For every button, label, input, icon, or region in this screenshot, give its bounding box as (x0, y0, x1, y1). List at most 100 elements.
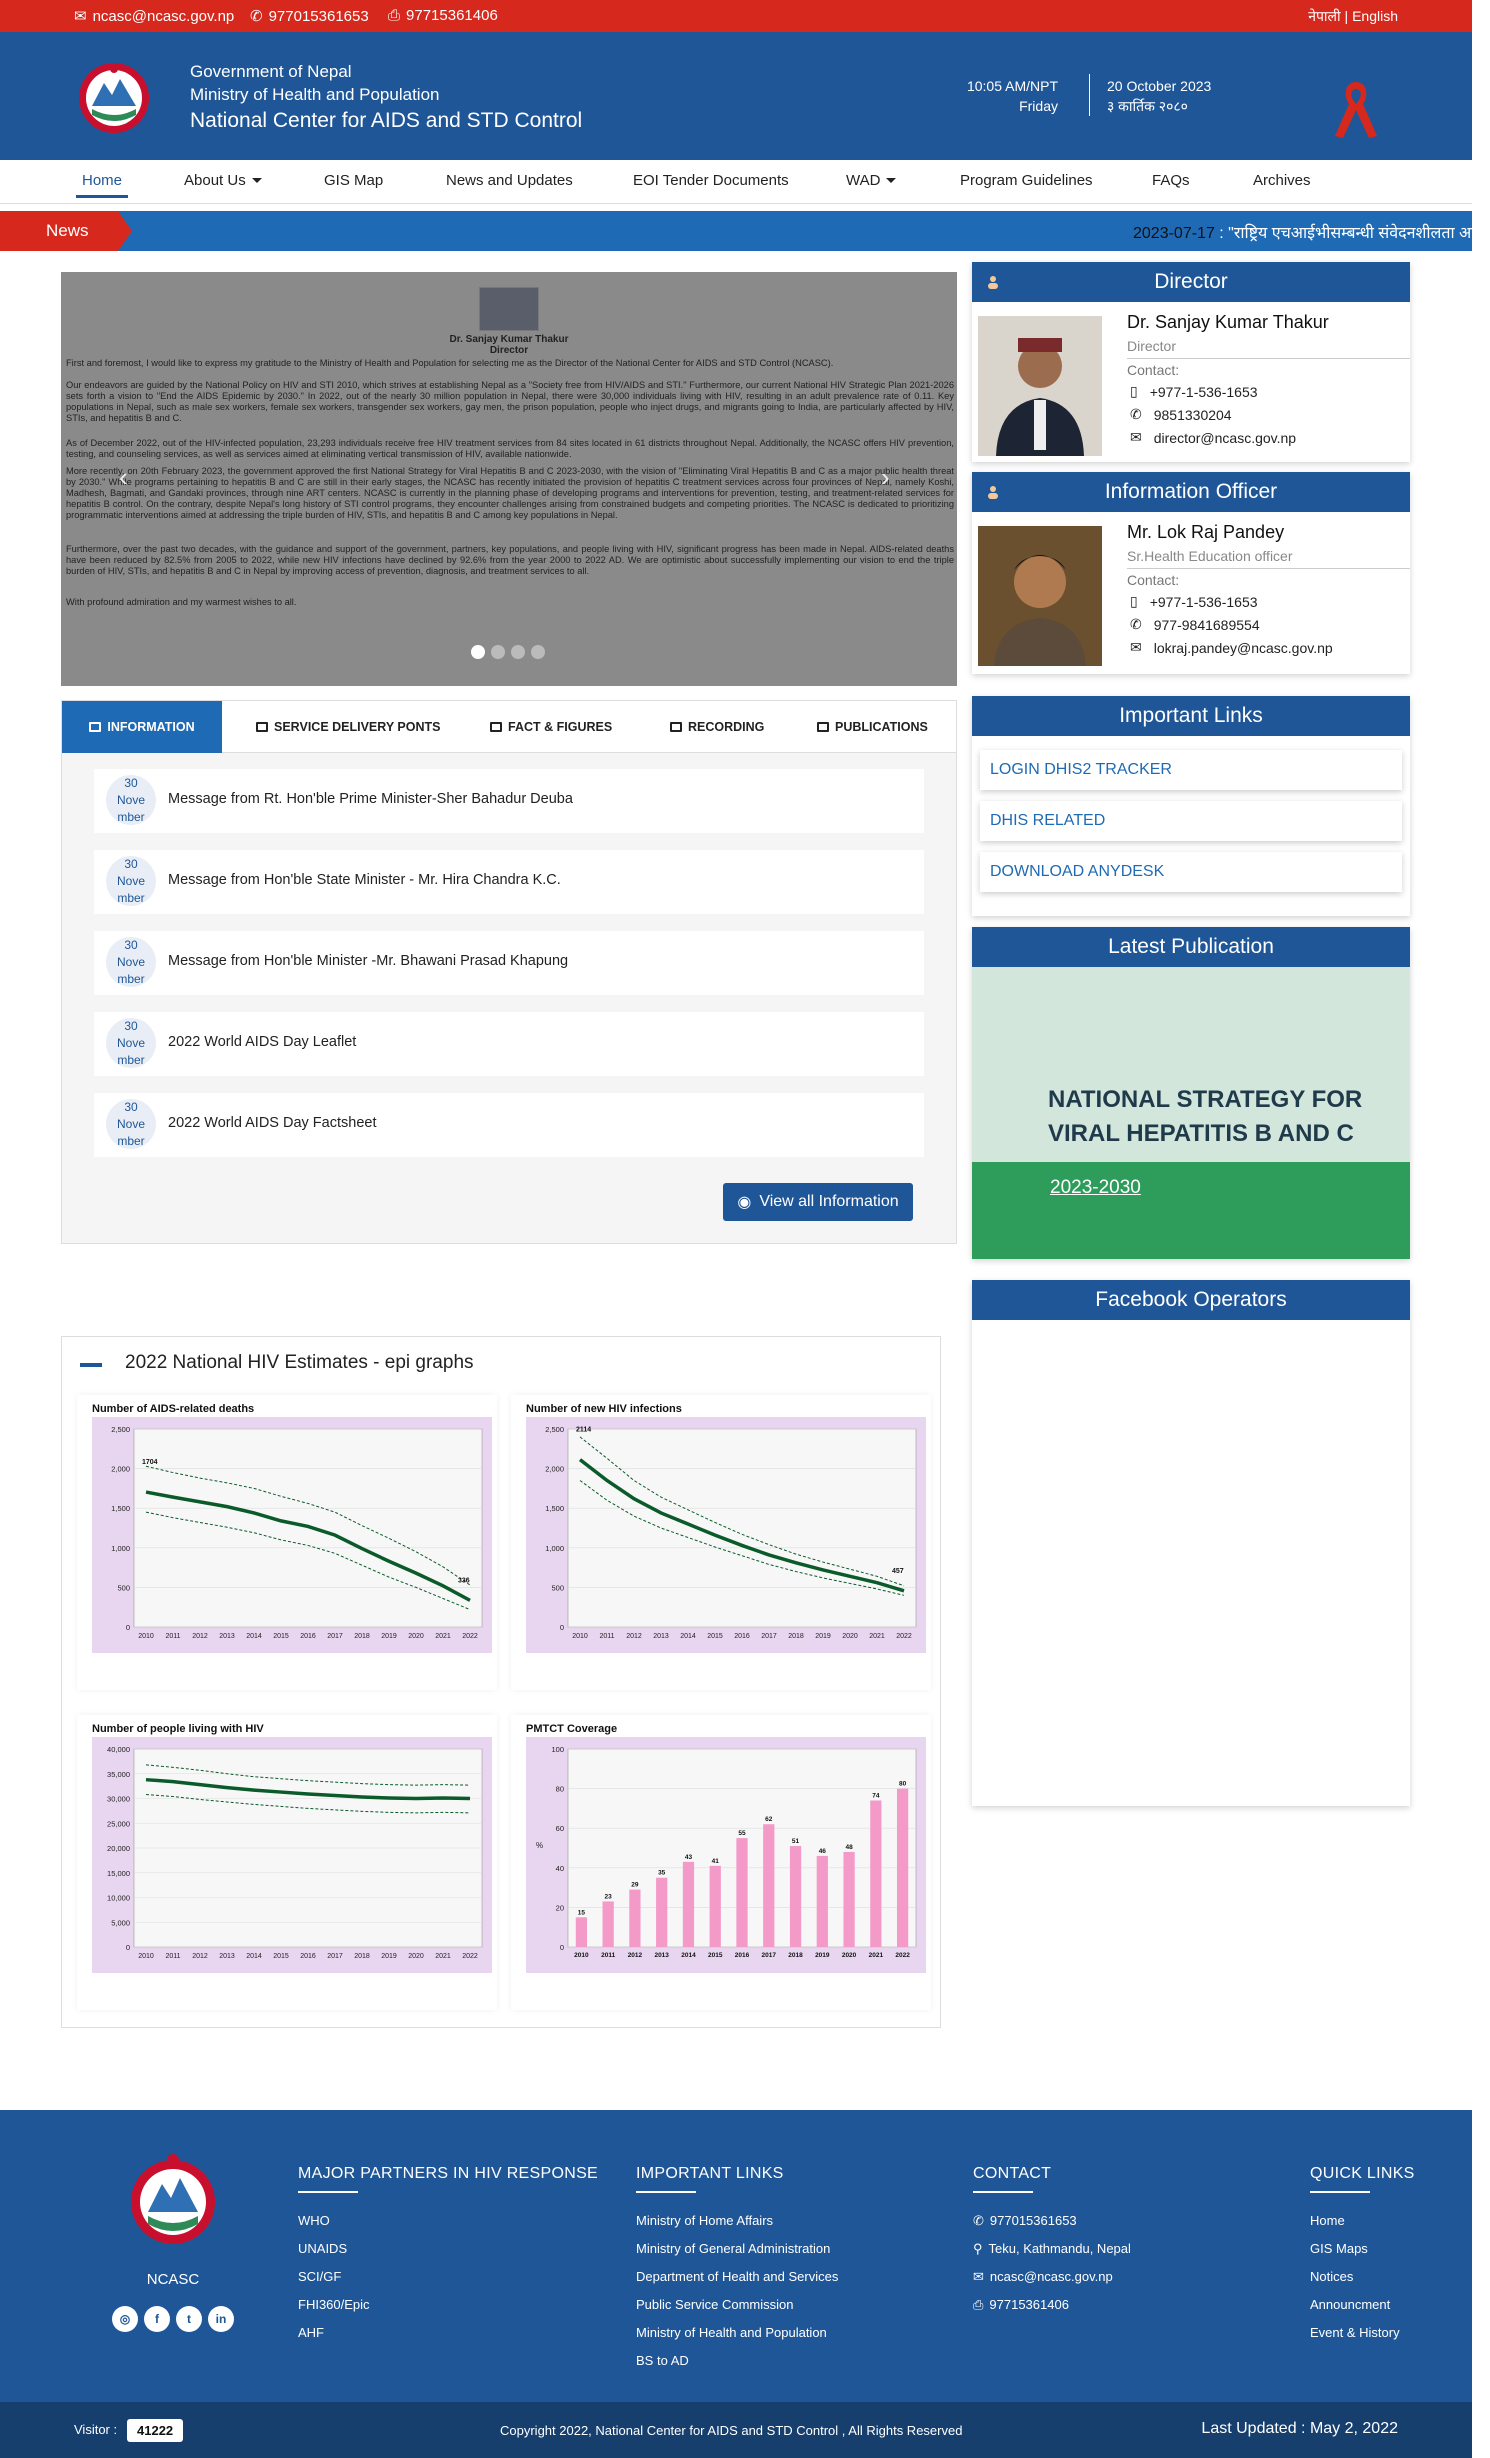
nav-news[interactable]: News and Updates (446, 172, 573, 189)
info-officer-mobile[interactable]: ✆ 977-9841689554 (1130, 616, 1260, 633)
nav-eoi-tender[interactable]: EOI Tender Documents (633, 172, 789, 189)
cover-band (972, 1162, 1410, 1259)
list-item-title[interactable]: Message from Hon'ble Minister -Mr. Bhawa… (168, 953, 568, 969)
list-item-title[interactable]: 2022 World AIDS Day Factsheet (168, 1115, 376, 1131)
x-tick-label: 2016 (300, 1633, 316, 1640)
link-dhis2-tracker[interactable]: LOGIN DHIS2 TRACKER (980, 750, 1402, 790)
info-officer-phone[interactable]: ▯ +977-1-536-1653 (1130, 593, 1258, 610)
book-icon (490, 722, 502, 732)
x-tick-label: 2017 (327, 1633, 343, 1640)
news-ticker: News 2023-07-17 : "राष्ट्रिय एचआईभीसम्बन… (0, 211, 1472, 251)
nav-archives[interactable]: Archives (1253, 172, 1311, 189)
x-tick-label: 2010 (572, 1633, 588, 1640)
list-item-title[interactable]: Message from Hon'ble State Minister - Mr… (168, 872, 561, 888)
top-email[interactable]: ✉ ncasc@ncasc.gov.np (74, 7, 234, 26)
footer-important-link[interactable]: Ministry of General Administration (636, 2235, 838, 2263)
data-label: 35 (658, 1870, 666, 1877)
instagram-icon[interactable]: ◎ (112, 2306, 138, 2332)
footer-quick-link[interactable]: Announcment (1310, 2291, 1415, 2319)
footer-important-link[interactable]: Public Service Commission (636, 2291, 838, 2319)
top-phone[interactable]: ✆ 977015361653 (250, 7, 369, 26)
tab-fact-figures[interactable]: FACT & FIGURES (472, 701, 630, 753)
slide-dot[interactable] (491, 645, 505, 659)
x-tick-label: 2011 (165, 1953, 180, 1960)
important-links-header: Important Links (972, 696, 1410, 736)
info-officer-email[interactable]: ✉ lokraj.pandey@ncasc.gov.np (1130, 639, 1333, 656)
book-icon (817, 722, 829, 732)
footer-quick-link[interactable]: Event & History (1310, 2319, 1415, 2347)
twitter-icon[interactable]: t (176, 2306, 202, 2332)
director-mobile[interactable]: ✆ 9851330204 (1130, 406, 1232, 423)
list-item-title[interactable]: Message from Rt. Hon'ble Prime Minister-… (168, 791, 573, 807)
list-item-title[interactable]: 2022 World AIDS Day Leaflet (168, 1034, 356, 1050)
nav-faqs[interactable]: FAQs (1152, 172, 1190, 189)
y-tick-label: 0 (560, 1623, 564, 1632)
footer-quick-link[interactable]: Notices (1310, 2263, 1415, 2291)
list-item[interactable]: 30 Nove mber Message from Hon'ble Minister … (94, 931, 924, 995)
tab-information[interactable]: INFORMATION (62, 701, 222, 753)
envelope-icon: ✉ (1130, 429, 1142, 445)
facebook-icon[interactable]: f (144, 2306, 170, 2332)
list-item[interactable]: 30 Nove mber 2022 World AIDS Day Factsheet (94, 1093, 924, 1157)
y-tick-label: 35,000 (107, 1770, 130, 1779)
x-tick-label: 2022 (895, 1952, 910, 1959)
footer-email[interactable]: ✉ ncasc@ncasc.gov.np (973, 2263, 1131, 2291)
visitor-count: 41222 (127, 2419, 184, 2442)
copyright: Copyright 2022, National Center for AIDS… (500, 2423, 963, 2438)
collapse-icon[interactable] (80, 1363, 102, 1367)
nav-gis-map[interactable]: GIS Map (324, 172, 383, 189)
publication-cover[interactable]: NATIONAL STRATEGY FOR VIRAL HEPATITIS B … (972, 967, 1410, 1259)
tab-service-delivery[interactable]: SERVICE DELIVERY PONTS (238, 701, 458, 753)
footer-partner-link[interactable]: FHI360/Epic (298, 2291, 598, 2319)
nav-home[interactable]: Home (76, 172, 129, 198)
footer-important-link[interactable]: Ministry of Home Affairs (636, 2207, 838, 2235)
news-item[interactable]: 2023-07-17 : "राष्ट्रिय एचआईभीसम्बन्धी स… (1133, 221, 1472, 243)
footer-quick-link[interactable]: Home (1310, 2207, 1415, 2235)
lang-english[interactable]: English (1352, 8, 1398, 24)
footer-important-link[interactable]: Ministry of Health and Population (636, 2319, 838, 2347)
link-download-anydesk[interactable]: DOWNLOAD ANYDESK (980, 852, 1402, 892)
slider-prev-icon[interactable]: ‹ (119, 462, 128, 493)
x-tick-label: 2016 (735, 1952, 750, 1959)
director-email[interactable]: ✉ director@ncasc.gov.np (1130, 429, 1296, 446)
caret-down-icon (251, 178, 262, 183)
linkedin-icon[interactable]: in (208, 2306, 234, 2332)
director-card: Director Dr. Sanjay Kumar Thakur Directo… (972, 262, 1410, 462)
date-badge: 30 Nove mber (106, 1018, 156, 1068)
list-item[interactable]: 30 Nove mber 2022 World AIDS Day Leaflet (94, 1012, 924, 1076)
bar (575, 1917, 588, 1947)
bar (602, 1901, 614, 1947)
view-all-information-button[interactable]: ◉ View all Information (723, 1183, 913, 1221)
tab-recording[interactable]: RECORDING (652, 701, 782, 753)
site-header: Government of Nepal Ministry of Health a… (0, 32, 1472, 160)
slide-dot[interactable] (471, 645, 485, 659)
tab-publications[interactable]: PUBLICATIONS (799, 701, 946, 753)
y-axis-label: % (536, 1841, 543, 1850)
list-item[interactable]: 30 Nove mber Message from Rt. Hon'ble Prime… (94, 769, 924, 833)
footer-partner-link[interactable]: WHO (298, 2207, 598, 2235)
footer-partner-link[interactable]: SCI/GF (298, 2263, 598, 2291)
y-tick-label: 100 (551, 1745, 564, 1754)
x-tick-label: 2013 (219, 1633, 235, 1640)
x-tick-label: 2018 (354, 1633, 370, 1640)
footer-phone[interactable]: ✆ 977015361653 (973, 2207, 1131, 2235)
list-item[interactable]: 30 Nove mber Message from Hon'ble State Min… (94, 850, 924, 914)
footer-quick-link[interactable]: GIS Maps (1310, 2235, 1415, 2263)
nav-about-us[interactable]: About Us (184, 172, 262, 189)
footer-important-link[interactable]: Department of Health and Services (636, 2263, 838, 2291)
footer-partner-link[interactable]: AHF (298, 2319, 598, 2347)
nepal-emblem-logo[interactable] (128, 2150, 218, 2260)
top-fax[interactable]: ⎙ 97715361406 (388, 7, 498, 24)
nav-wad[interactable]: WAD (846, 172, 897, 189)
slide-dot[interactable] (531, 645, 545, 659)
slider-next-icon[interactable]: › (881, 462, 890, 493)
nav-program-guidelines[interactable]: Program Guidelines (960, 172, 1093, 189)
nepal-emblem-logo[interactable] (74, 61, 154, 135)
lang-nepali[interactable]: नेपाली (1308, 8, 1340, 24)
data-label: 43 (685, 1854, 693, 1861)
footer-important-link[interactable]: BS to AD (636, 2347, 838, 2375)
footer-partner-link[interactable]: UNAIDS (298, 2235, 598, 2263)
slide-dot[interactable] (511, 645, 525, 659)
link-dhis-related[interactable]: DHIS RELATED (980, 801, 1402, 841)
director-phone[interactable]: ▯ +977-1-536-1653 (1130, 383, 1258, 400)
